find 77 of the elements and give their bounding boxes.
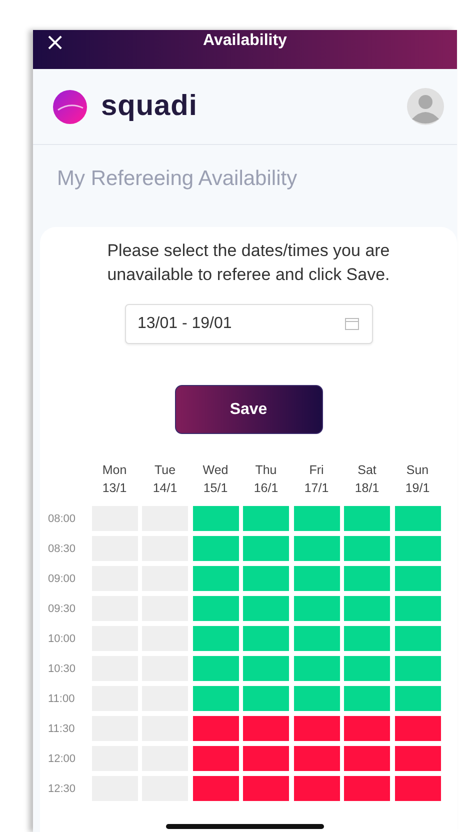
- calendar-icon: [344, 317, 358, 330]
- time-slot[interactable]: [344, 566, 390, 591]
- time-slot[interactable]: [344, 746, 390, 771]
- time-slot[interactable]: [394, 716, 440, 741]
- time-slot[interactable]: [344, 776, 390, 801]
- day-header: Thu 16/1: [252, 462, 280, 497]
- time-slot[interactable]: [394, 626, 440, 651]
- time-slot[interactable]: [294, 776, 340, 801]
- time-slot[interactable]: [294, 536, 340, 561]
- time-slot[interactable]: [243, 596, 289, 621]
- day-header: Wed 15/1: [202, 462, 230, 497]
- time-slot[interactable]: [344, 656, 390, 681]
- time-slot[interactable]: [344, 626, 390, 651]
- time-slot[interactable]: [243, 656, 289, 681]
- time-slot[interactable]: [243, 716, 289, 741]
- time-label: 08:00: [48, 512, 77, 526]
- time-slot[interactable]: [294, 746, 340, 771]
- day-header: Sat 18/1: [354, 462, 380, 497]
- day-header: Fri 17/1: [303, 462, 330, 497]
- time-slot[interactable]: [243, 566, 289, 591]
- time-slot[interactable]: [243, 776, 289, 801]
- time-slot[interactable]: [294, 506, 340, 531]
- time-slot[interactable]: [394, 746, 440, 771]
- page-title: My Refereeing Availability: [56, 166, 298, 192]
- time-label: 10:00: [48, 632, 77, 646]
- day-header: Tue 14/1: [152, 462, 178, 497]
- day-header: Mon 13/1: [101, 462, 128, 497]
- time-label: 09:00: [48, 572, 77, 586]
- date-range-field[interactable]: 13/01 - 19/01: [124, 304, 372, 344]
- time-slot[interactable]: [294, 716, 340, 741]
- time-slot[interactable]: [344, 716, 390, 741]
- time-label: 12:00: [48, 752, 77, 766]
- time-label: 11:30: [48, 722, 76, 736]
- time-label: 09:30: [48, 602, 77, 616]
- time-slot[interactable]: [243, 536, 289, 561]
- time-slot[interactable]: [394, 596, 440, 621]
- time-label: 12:30: [48, 782, 77, 796]
- logo-text: squadi: [101, 90, 198, 123]
- time-slot[interactable]: [394, 506, 440, 531]
- time-slot[interactable]: [192, 596, 238, 621]
- time-slot[interactable]: [344, 536, 390, 561]
- time-slot[interactable]: [192, 686, 238, 711]
- time-slot[interactable]: [394, 536, 440, 561]
- time-label: 11:00: [48, 692, 76, 706]
- time-slot[interactable]: [294, 626, 340, 651]
- time-slot[interactable]: [294, 686, 340, 711]
- time-slot[interactable]: [192, 776, 238, 801]
- screen-title: Availability: [203, 32, 287, 50]
- save-button[interactable]: Save: [174, 385, 322, 434]
- time-label: 10:30: [48, 662, 77, 676]
- logo-icon: [53, 90, 87, 124]
- time-slot[interactable]: [394, 686, 440, 711]
- time-slot[interactable]: [394, 566, 440, 591]
- time-slot[interactable]: [344, 686, 390, 711]
- time-slot[interactable]: [192, 536, 238, 561]
- time-slot[interactable]: [344, 506, 390, 531]
- avatar-icon[interactable]: [407, 88, 444, 125]
- time-slot[interactable]: [344, 596, 390, 621]
- time-slot[interactable]: [243, 746, 289, 771]
- time-slot[interactable]: [192, 746, 238, 771]
- time-slot[interactable]: [192, 656, 238, 681]
- time-slot[interactable]: [192, 566, 238, 591]
- time-slot[interactable]: [294, 596, 340, 621]
- close-button[interactable]: ×: [45, 31, 66, 53]
- time-slot[interactable]: [192, 626, 238, 651]
- time-slot[interactable]: [394, 776, 440, 801]
- instructions-text: Please select the dates/times you are unavailable to referee and click Save.: [106, 240, 391, 286]
- time-slot[interactable]: [294, 656, 340, 681]
- time-slot[interactable]: [192, 716, 238, 741]
- time-slot[interactable]: [243, 686, 289, 711]
- time-label: 08:30: [48, 542, 77, 556]
- time-slot[interactable]: [192, 506, 238, 531]
- time-slot[interactable]: [294, 566, 340, 591]
- time-slot[interactable]: [394, 656, 440, 681]
- day-header: Sun 19/1: [404, 462, 431, 497]
- time-slot[interactable]: [243, 626, 289, 651]
- time-slot[interactable]: [243, 506, 289, 531]
